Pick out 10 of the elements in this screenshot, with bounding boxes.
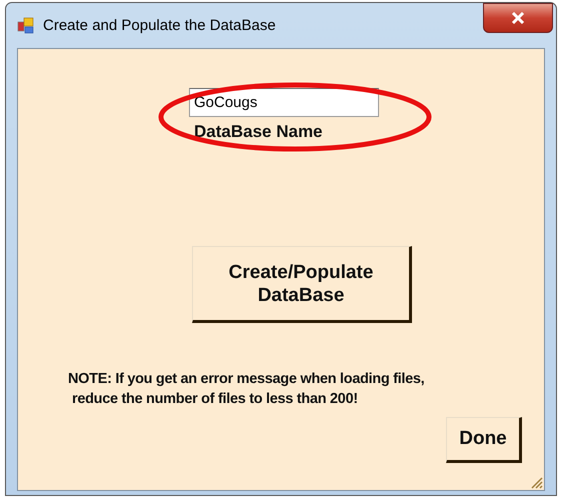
close-button[interactable] xyxy=(483,3,553,33)
done-button[interactable]: Done xyxy=(446,417,522,463)
close-icon xyxy=(511,12,525,24)
app-icon xyxy=(17,16,35,34)
field-label: DataBase Name xyxy=(194,122,323,142)
create-populate-button[interactable]: Create/Populate DataBase xyxy=(192,246,412,323)
window-title: Create and Populate the DataBase xyxy=(43,17,276,34)
database-name-field[interactable]: GoCougs xyxy=(189,88,379,117)
note-text: NOTE: If you get an error message when loading files, reduce the number of files to less than 200! xyxy=(67,370,424,409)
resize-grip-icon xyxy=(529,475,543,489)
